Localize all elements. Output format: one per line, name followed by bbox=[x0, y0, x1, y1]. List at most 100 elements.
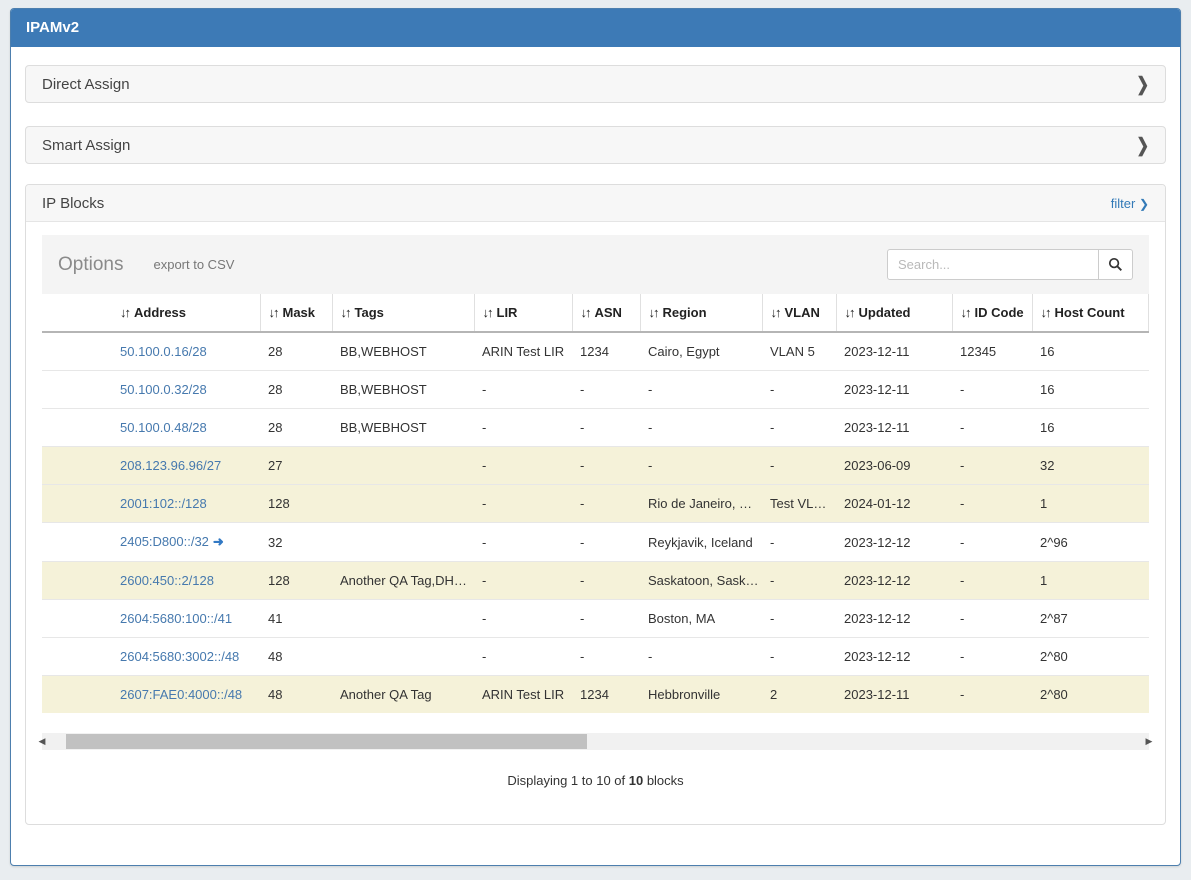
cell-asn: - bbox=[572, 600, 640, 638]
column-header-updated[interactable]: ↓↑Updated bbox=[836, 294, 952, 332]
scrollbar-thumb[interactable] bbox=[66, 734, 586, 749]
cell-id_code: 12345 bbox=[952, 332, 1032, 371]
cell-lir: - bbox=[474, 371, 572, 409]
cell-lir: - bbox=[474, 409, 572, 447]
filter-link-label: filter bbox=[1111, 196, 1136, 211]
chevron-right-icon: ❯ bbox=[1136, 134, 1149, 157]
column-header-id-code[interactable]: ↓↑ID Code bbox=[952, 294, 1032, 332]
cell-tags: Another QA Tag bbox=[332, 676, 474, 714]
cell-vlan: - bbox=[762, 562, 836, 600]
cell-updated: 2023-12-12 bbox=[836, 562, 952, 600]
address-link[interactable]: 50.100.0.16/28 bbox=[120, 344, 207, 359]
cell-address: 50.100.0.16/28 bbox=[42, 332, 260, 371]
address-link[interactable]: 2600:450::2/128 bbox=[120, 573, 214, 588]
cell-vlan: - bbox=[762, 600, 836, 638]
cell-updated: 2023-06-09 bbox=[836, 447, 952, 485]
direct-assign-label: Direct Assign bbox=[42, 76, 130, 93]
smart-assign-label: Smart Assign bbox=[42, 137, 130, 154]
cell-updated: 2023-12-12 bbox=[836, 600, 952, 638]
cell-vlan: VLAN 5 bbox=[762, 332, 836, 371]
horizontal-scrollbar[interactable]: ◀ ▶ bbox=[42, 733, 1149, 750]
ip-blocks-panel: IP Blocks filter ❯ Options export to CSV bbox=[25, 184, 1166, 825]
cell-vlan: - bbox=[762, 638, 836, 676]
ip-blocks-heading: IP Blocks filter ❯ bbox=[26, 185, 1165, 222]
cell-address: 2604:5680:3002::/48 bbox=[42, 638, 260, 676]
chevron-right-icon: ❯ bbox=[1136, 73, 1149, 96]
cell-updated: 2023-12-12 bbox=[836, 638, 952, 676]
cell-mask: 48 bbox=[260, 638, 332, 676]
cell-region: Boston, MA bbox=[640, 600, 762, 638]
column-header-host-count[interactable]: ↓↑Host Count bbox=[1032, 294, 1149, 332]
sort-icon: ↓↑ bbox=[649, 305, 658, 320]
cell-host_count: 2^87 bbox=[1032, 600, 1149, 638]
cell-mask: 32 bbox=[260, 523, 332, 562]
cell-tags bbox=[332, 523, 474, 562]
table-row: 2001:102::/128128--Rio de Janeiro, …Test… bbox=[42, 485, 1149, 523]
app-title: IPAMv2 bbox=[11, 9, 1180, 47]
search-icon bbox=[1108, 257, 1123, 272]
cell-region: Reykjavik, Iceland bbox=[640, 523, 762, 562]
cell-address: 2405:D800::/32➜ bbox=[42, 523, 260, 562]
address-link[interactable]: 2607:FAE0:4000::/48 bbox=[120, 687, 242, 702]
cell-id_code: - bbox=[952, 638, 1032, 676]
cell-lir: - bbox=[474, 523, 572, 562]
cell-tags bbox=[332, 600, 474, 638]
address-link[interactable]: 2001:102::/128 bbox=[120, 496, 207, 511]
cell-region: Rio de Janeiro, … bbox=[640, 485, 762, 523]
column-header-mask[interactable]: ↓↑Mask bbox=[260, 294, 332, 332]
cell-address: 208.123.96.96/27 bbox=[42, 447, 260, 485]
column-header-address[interactable]: ↓↑Address bbox=[42, 294, 260, 332]
direct-assign-panel[interactable]: Direct Assign ❯ bbox=[25, 65, 1166, 103]
table-row: 2405:D800::/32➜32--Reykjavik, Iceland-20… bbox=[42, 523, 1149, 562]
cell-updated: 2023-12-11 bbox=[836, 409, 952, 447]
address-link[interactable]: 2604:5680:3002::/48 bbox=[120, 649, 239, 664]
cell-updated: 2023-12-11 bbox=[836, 332, 952, 371]
cell-mask: 128 bbox=[260, 562, 332, 600]
cell-tags: Another QA Tag,DH… bbox=[332, 562, 474, 600]
cell-mask: 27 bbox=[260, 447, 332, 485]
cell-host_count: 1 bbox=[1032, 562, 1149, 600]
search-input[interactable] bbox=[887, 249, 1099, 280]
cell-tags: BB,WEBHOST bbox=[332, 409, 474, 447]
cell-id_code: - bbox=[952, 562, 1032, 600]
column-header-region[interactable]: ↓↑Region bbox=[640, 294, 762, 332]
sort-icon: ↓↑ bbox=[483, 305, 492, 320]
ip-blocks-title: IP Blocks bbox=[42, 195, 104, 212]
cell-id_code: - bbox=[952, 485, 1032, 523]
address-link[interactable]: 208.123.96.96/27 bbox=[120, 458, 221, 473]
pagination-prefix: Displaying 1 to 10 of bbox=[507, 773, 628, 788]
ipam-main-panel: IPAMv2 Direct Assign ❯ Smart Assign ❯ IP… bbox=[10, 8, 1181, 866]
cell-host_count: 16 bbox=[1032, 332, 1149, 371]
address-link[interactable]: 50.100.0.32/28 bbox=[120, 382, 207, 397]
scroll-right-arrow-icon[interactable]: ▶ bbox=[1143, 733, 1155, 750]
address-link[interactable]: 50.100.0.48/28 bbox=[120, 420, 207, 435]
cell-id_code: - bbox=[952, 447, 1032, 485]
cell-address: 2001:102::/128 bbox=[42, 485, 260, 523]
search-button[interactable] bbox=[1099, 249, 1133, 280]
table-row: 50.100.0.16/2828BB,WEBHOSTARIN Test LIR1… bbox=[42, 332, 1149, 371]
sort-icon: ↓↑ bbox=[961, 305, 970, 320]
cell-id_code: - bbox=[952, 676, 1032, 714]
table-row: 2600:450::2/128128Another QA Tag,DH…--Sa… bbox=[42, 562, 1149, 600]
cell-lir: - bbox=[474, 600, 572, 638]
filter-link[interactable]: filter ❯ bbox=[1111, 196, 1149, 211]
address-link[interactable]: 2405:D800::/32 bbox=[120, 534, 209, 549]
cell-tags bbox=[332, 447, 474, 485]
export-csv-link[interactable]: export to CSV bbox=[153, 257, 234, 272]
chevron-right-icon: ❯ bbox=[1139, 197, 1149, 211]
cell-asn: 1234 bbox=[572, 676, 640, 714]
cell-asn: - bbox=[572, 523, 640, 562]
cell-address: 50.100.0.48/28 bbox=[42, 409, 260, 447]
column-header-tags[interactable]: ↓↑Tags bbox=[332, 294, 474, 332]
cell-host_count: 2^80 bbox=[1032, 676, 1149, 714]
column-header-lir[interactable]: ↓↑LIR bbox=[474, 294, 572, 332]
address-link[interactable]: 2604:5680:100::/41 bbox=[120, 611, 232, 626]
cell-host_count: 32 bbox=[1032, 447, 1149, 485]
search-group bbox=[887, 249, 1133, 280]
scroll-left-arrow-icon[interactable]: ◀ bbox=[36, 733, 48, 750]
column-header-asn[interactable]: ↓↑ASN bbox=[572, 294, 640, 332]
cell-asn: - bbox=[572, 447, 640, 485]
ip-blocks-table: ↓↑Address↓↑Mask↓↑Tags↓↑LIR↓↑ASN↓↑Region↓… bbox=[42, 294, 1149, 713]
smart-assign-panel[interactable]: Smart Assign ❯ bbox=[25, 126, 1166, 164]
column-header-vlan[interactable]: ↓↑VLAN bbox=[762, 294, 836, 332]
